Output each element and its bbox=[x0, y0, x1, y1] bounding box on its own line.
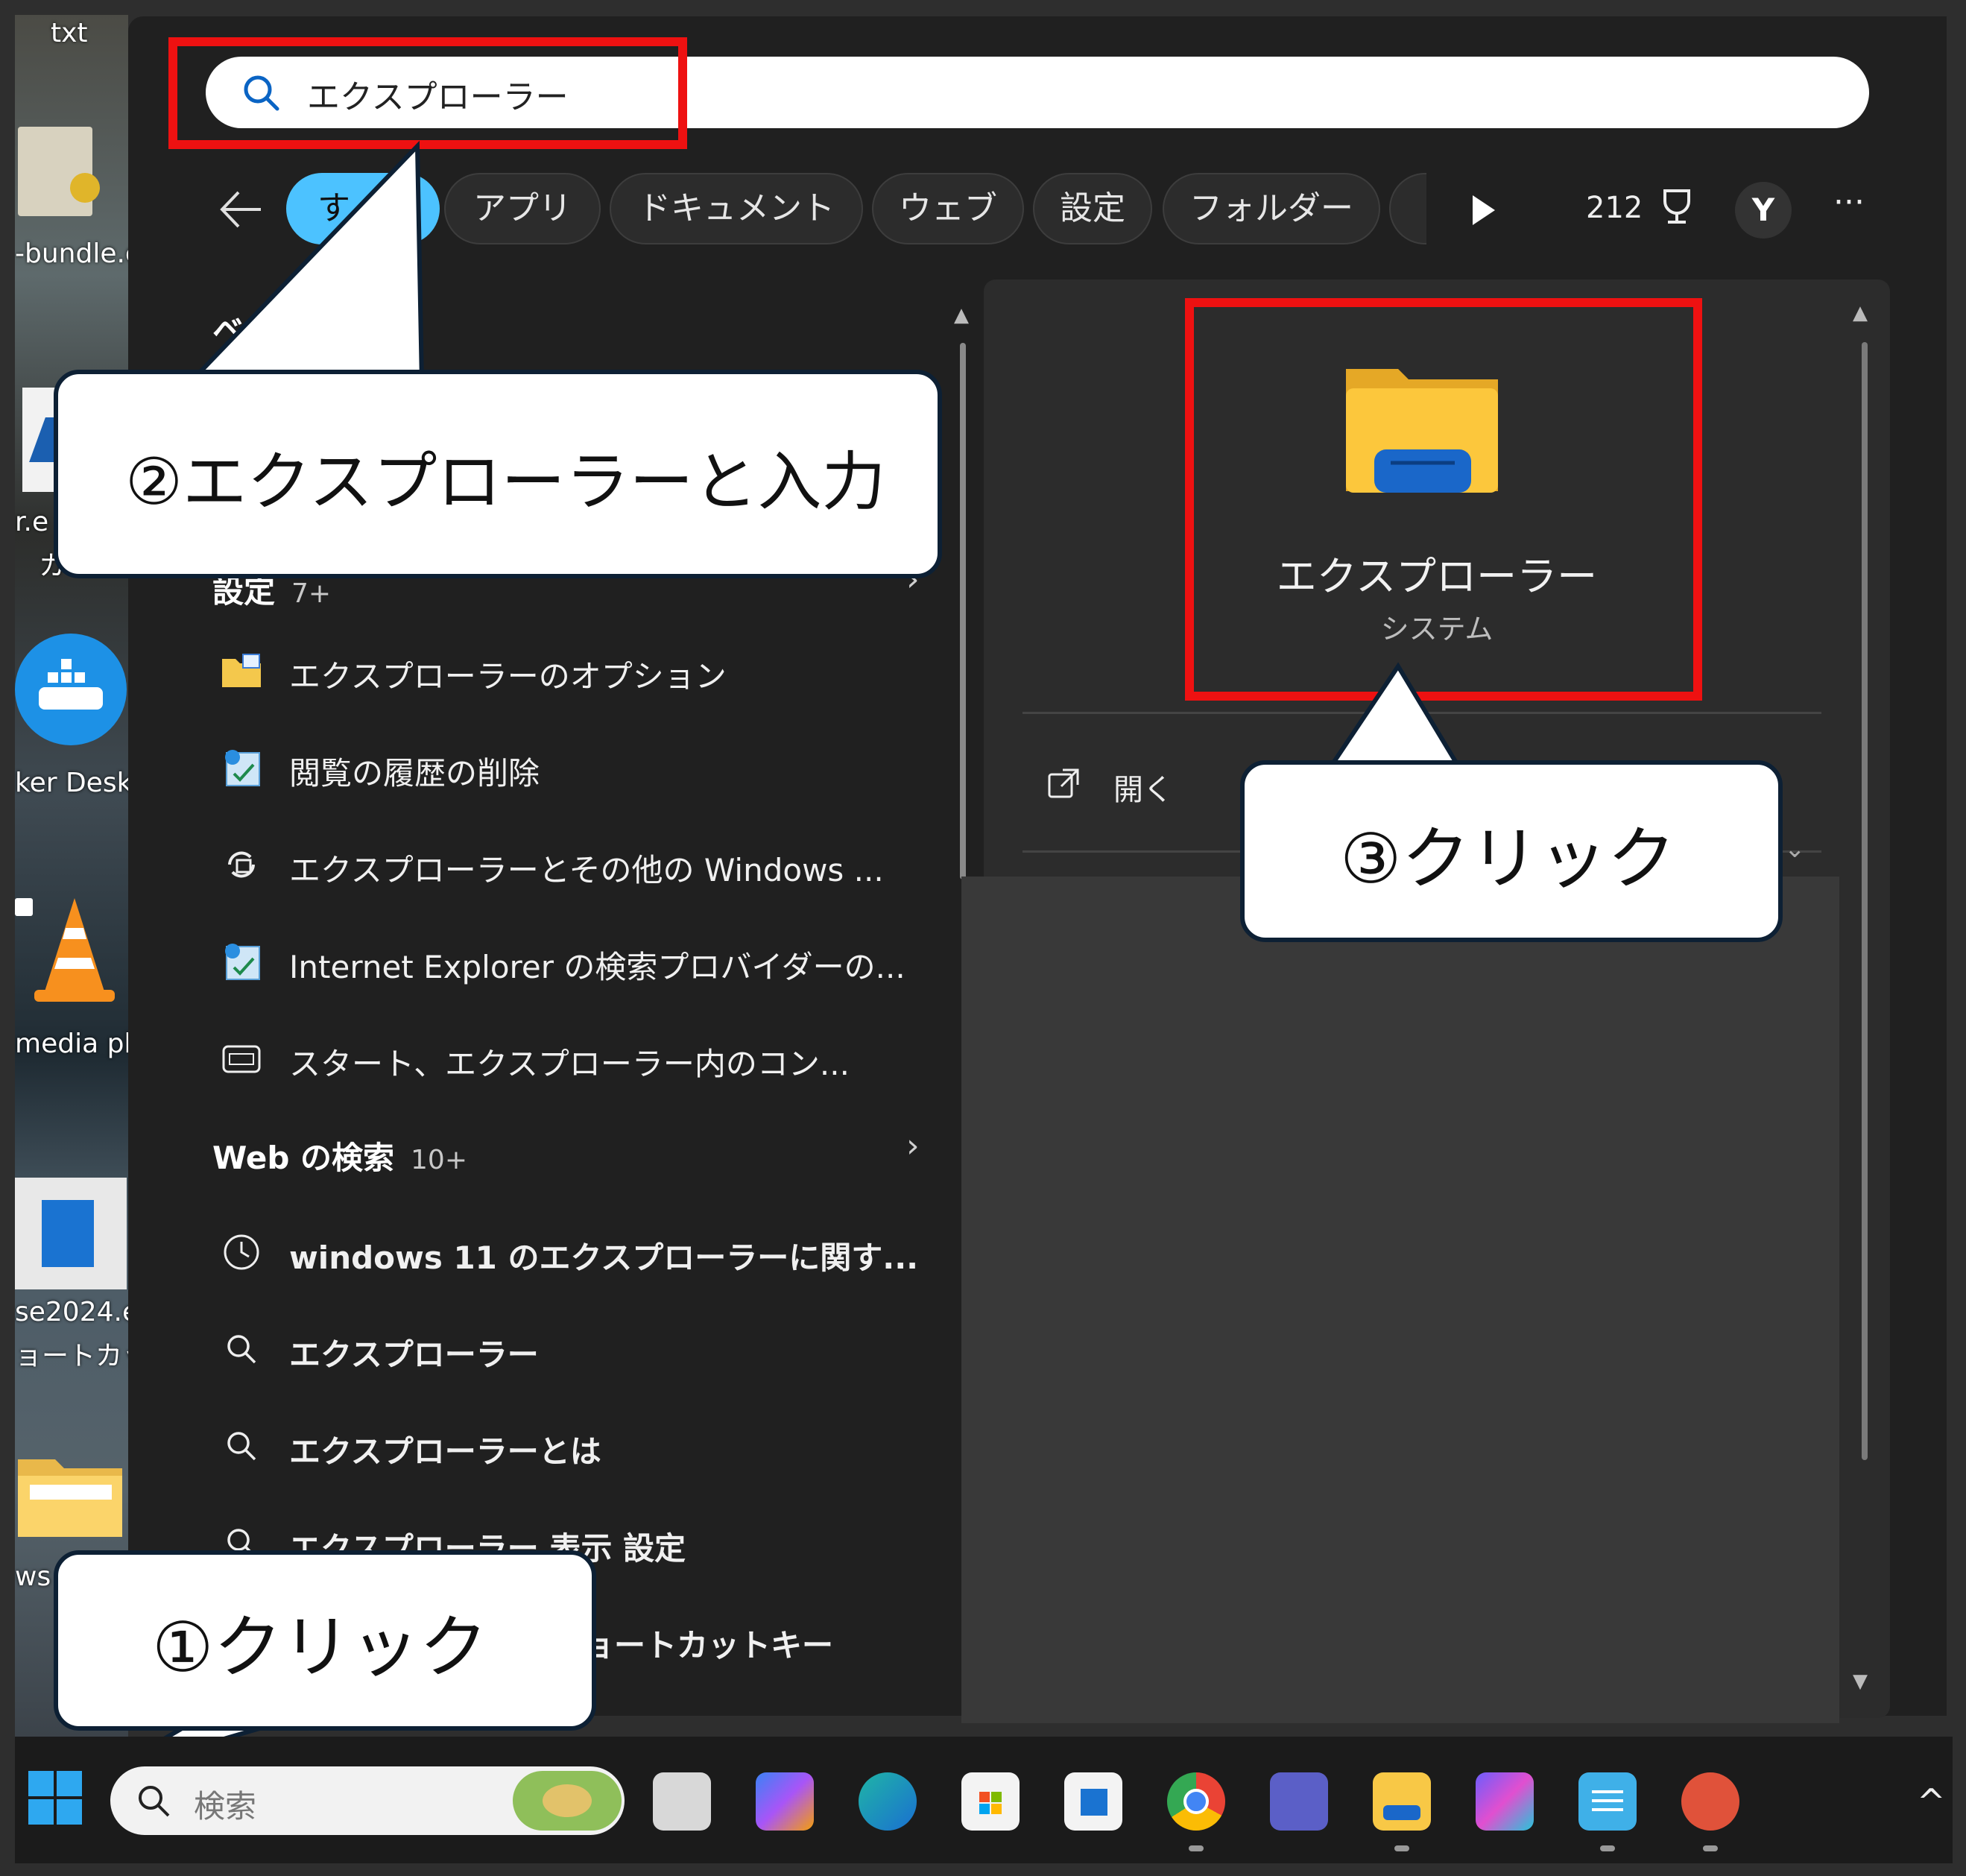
search-icon bbox=[134, 1781, 173, 1823]
teams-icon[interactable] bbox=[1270, 1772, 1328, 1831]
running-indicator bbox=[1394, 1845, 1409, 1851]
running-indicator bbox=[1189, 1845, 1204, 1851]
callout-step-1: ①クリック bbox=[54, 1550, 596, 1731]
running-indicator bbox=[1600, 1845, 1615, 1851]
search-highlight-icon bbox=[513, 1771, 622, 1831]
taskbar: 検索 ^ bbox=[15, 1737, 1953, 1863]
screenshot-frame: txt -bundle.c r.e カ ker Desk media pl se… bbox=[0, 0, 1966, 1876]
chrome-icon[interactable] bbox=[1167, 1772, 1225, 1831]
edge-icon[interactable] bbox=[859, 1772, 917, 1831]
store-icon[interactable] bbox=[961, 1772, 1020, 1831]
copilot-icon[interactable] bbox=[756, 1772, 814, 1831]
window-app-icon[interactable] bbox=[1064, 1772, 1122, 1831]
m365-copilot-icon[interactable] bbox=[1476, 1772, 1534, 1831]
taskbar-search[interactable]: 検索 bbox=[110, 1766, 625, 1835]
powerpoint-icon[interactable] bbox=[1681, 1772, 1739, 1831]
callout-step-2: ②エクスプローラーと入力 bbox=[54, 370, 942, 578]
running-indicator bbox=[1703, 1845, 1718, 1851]
notepad-icon[interactable] bbox=[1578, 1772, 1637, 1831]
file-explorer-taskbar-icon[interactable] bbox=[1373, 1772, 1431, 1831]
task-view-icon[interactable] bbox=[653, 1772, 711, 1831]
chevron-up-icon[interactable]: ^ bbox=[1917, 1781, 1946, 1822]
callout-step-3: ③クリック bbox=[1240, 760, 1783, 942]
start-button[interactable] bbox=[24, 1766, 86, 1829]
